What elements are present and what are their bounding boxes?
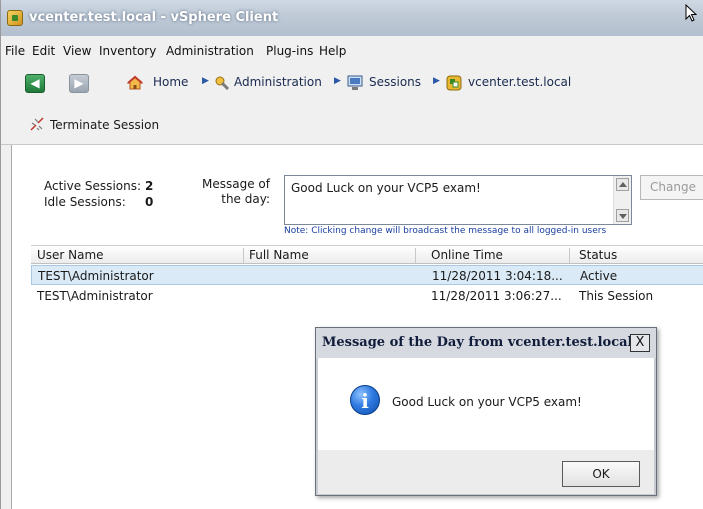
cell-status: This Session [579,289,654,303]
broadcast-note: Note: Clicking change will broadcast the… [284,226,607,236]
scroll-up-icon[interactable] [616,178,629,191]
menu-plugins[interactable]: Plug-ins [266,44,313,58]
cell-user-name: TEST\Administrator [37,289,153,303]
breadcrumb-home[interactable]: Home [153,75,188,89]
terminate-session-button[interactable]: Terminate Session [50,118,159,132]
motd-textarea[interactable]: Good Luck on your VCP5 exam! [284,175,632,225]
arrow-left-icon: ◀ [30,76,40,90]
column-user-name[interactable]: User Name [37,248,104,262]
motd-scrollbar[interactable] [613,176,631,224]
dialog-title: Message of the Day from vcenter.test.loc… [322,335,633,350]
dialog-title-bar[interactable]: Message of the Day from vcenter.test.loc… [316,328,656,358]
terminate-session-icon [30,117,44,131]
menu-view[interactable]: View [63,44,91,58]
navigation-toolbar: ◀ ▶ Home ▶ Administration ▶ Sessions ▶ v… [1,63,703,107]
breadcrumb-vcenter[interactable]: vcenter.test.local [468,75,571,89]
active-sessions-value: 2 [145,179,154,193]
cell-online-time: 11/28/2011 3:06:27... [431,289,562,303]
table-row[interactable]: TEST\Administrator 11/28/2011 3:06:27...… [31,286,703,306]
administration-icon [215,76,230,91]
forward-button[interactable]: ▶ [69,74,89,93]
ok-button[interactable]: OK [562,461,640,487]
cell-online-time: 11/28/2011 3:04:18... [432,269,563,283]
dialog-close-button[interactable]: X [630,334,650,352]
motd-dialog: Message of the Day from vcenter.test.loc… [315,327,657,496]
vsphere-client-window: vcenter.test.local - vSphere Client File… [0,0,703,509]
cell-user-name: TEST\Administrator [38,269,154,283]
motd-label-line2: the day: [221,192,270,206]
idle-sessions-value: 0 [145,195,154,209]
info-icon: i [350,385,380,415]
menu-file[interactable]: File [5,44,25,58]
vcenter-icon [446,75,462,91]
breadcrumb-sessions[interactable]: Sessions [369,75,421,89]
breadcrumb-separator-icon: ▶ [202,76,209,86]
mouse-cursor-icon [685,4,697,22]
column-divider[interactable] [415,248,416,263]
dialog-message: Good Luck on your VCP5 exam! [392,395,582,409]
column-divider[interactable] [243,248,244,263]
active-sessions-label: Active Sessions: [44,179,142,193]
menu-edit[interactable]: Edit [32,44,55,58]
home-icon [127,75,143,90]
breadcrumb-administration[interactable]: Administration [234,75,322,89]
title-bar: vcenter.test.local - vSphere Client [1,0,703,36]
menu-help[interactable]: Help [319,44,346,58]
table-row[interactable]: TEST\Administrator 11/28/2011 3:04:18...… [31,265,703,285]
breadcrumb-separator-icon: ▶ [433,76,440,86]
column-full-name[interactable]: Full Name [249,248,309,262]
breadcrumb: Home ▶ Administration ▶ Sessions ▶ vcent… [113,71,703,96]
scroll-down-icon[interactable] [616,209,629,222]
column-online-time[interactable]: Online Time [431,248,503,262]
change-button[interactable]: Change [640,175,703,200]
column-status[interactable]: Status [579,248,617,262]
menu-administration[interactable]: Administration [166,44,254,58]
back-button[interactable]: ◀ [25,74,45,93]
sessions-icon [347,75,363,90]
breadcrumb-separator-icon: ▶ [334,76,341,86]
menu-bar: File Edit View Inventory Administration … [1,36,703,63]
idle-sessions-label: Idle Sessions: [44,195,126,209]
column-divider[interactable] [569,248,570,263]
menu-inventory[interactable]: Inventory [99,44,156,58]
table-header: User Name Full Name Online Time Status [31,245,703,264]
dialog-body: i Good Luck on your VCP5 exam! [318,358,654,450]
arrow-right-icon: ▶ [74,76,84,90]
window-title: vcenter.test.local - vSphere Client [29,10,279,25]
action-bar: Terminate Session [1,107,703,145]
motd-label-line1: Message of [202,177,270,191]
motd-text: Good Luck on your VCP5 exam! [291,181,481,195]
dialog-footer: OK [318,450,654,494]
cell-status: Active [580,269,618,283]
vsphere-app-icon [7,10,23,26]
